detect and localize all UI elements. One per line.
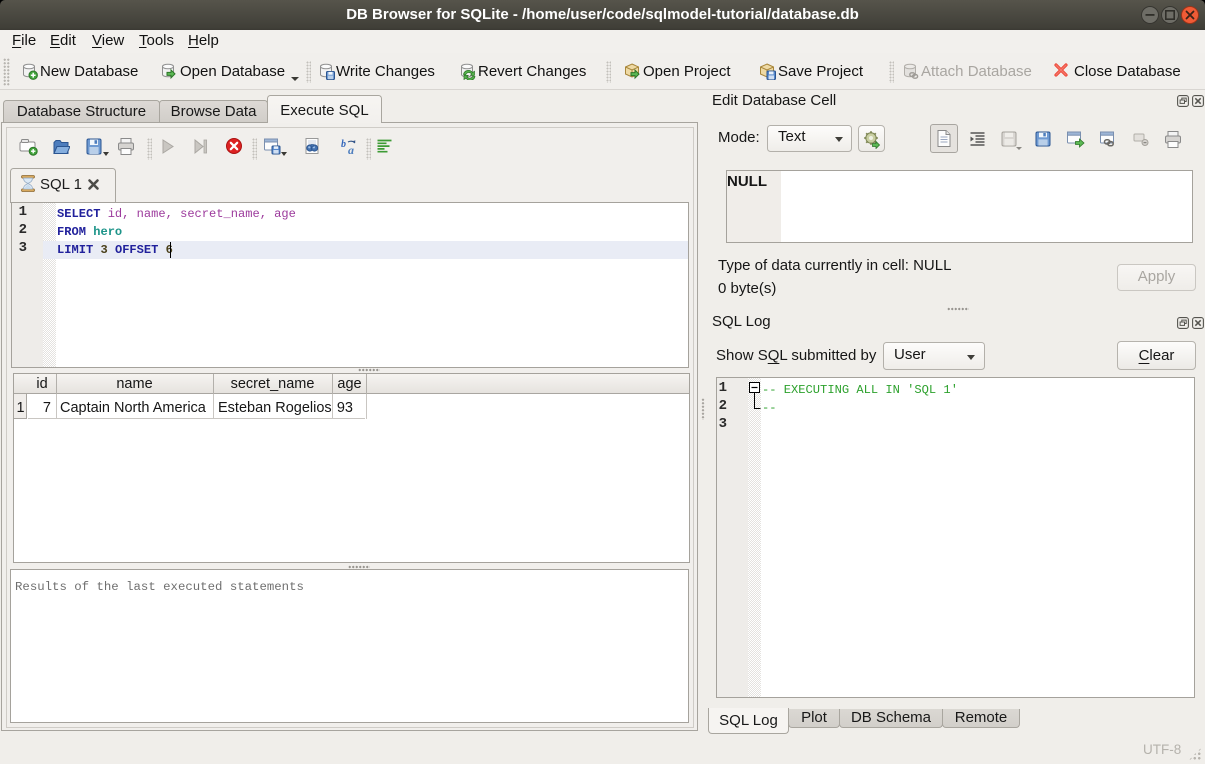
svg-text:a: a: [348, 143, 354, 156]
svg-text:b: b: [341, 139, 346, 150]
